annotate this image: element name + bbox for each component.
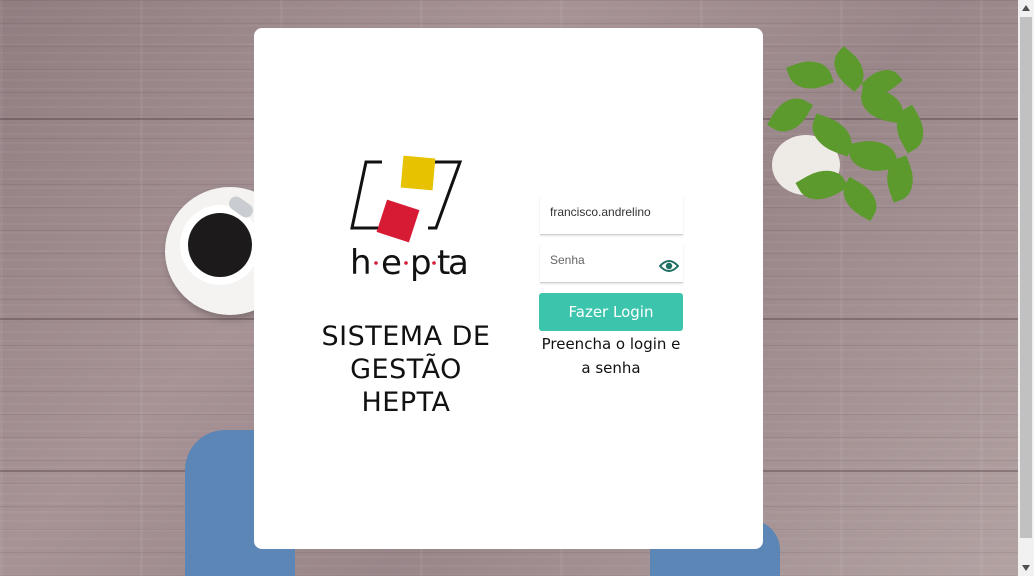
password-input[interactable] <box>550 253 655 267</box>
system-title-line: HEPTA <box>361 387 451 418</box>
page-scrollbar[interactable] <box>1018 0 1034 576</box>
system-title-line: GESTÃO <box>350 354 462 385</box>
coffee <box>188 213 252 277</box>
password-field[interactable] <box>540 244 683 283</box>
login-hint: Preencha o login e a senha <box>541 335 681 377</box>
arrow-up-icon[interactable] <box>1018 0 1034 16</box>
username-field[interactable] <box>540 196 683 235</box>
system-title: SISTEMA DE GESTÃO HEPTA <box>300 320 512 419</box>
svg-text:p: p <box>410 243 432 283</box>
login-card <box>254 28 763 549</box>
scrollbar-thumb[interactable] <box>1020 17 1032 538</box>
svg-text:h: h <box>350 243 372 283</box>
eye-icon[interactable] <box>658 259 680 273</box>
username-input[interactable] <box>550 205 655 219</box>
svg-text:a: a <box>448 243 466 283</box>
svg-text:e: e <box>381 243 402 283</box>
system-title-line: SISTEMA DE <box>321 321 491 352</box>
hepta-logo: h e p t a <box>348 152 469 284</box>
login-button[interactable]: Fazer Login <box>539 293 683 331</box>
arrow-down-icon[interactable] <box>1018 560 1034 576</box>
